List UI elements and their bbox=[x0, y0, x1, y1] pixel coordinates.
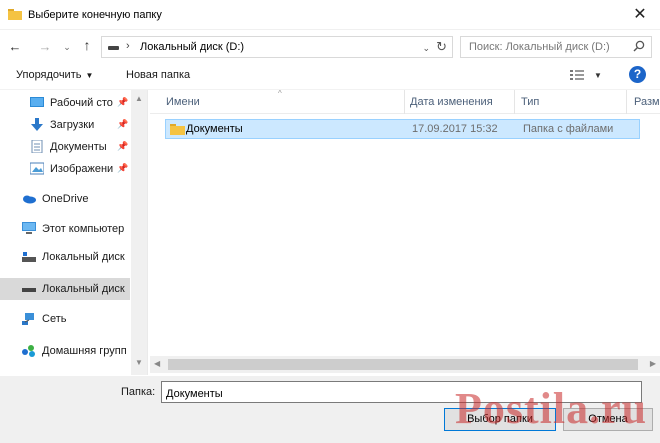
address-dropdown-button[interactable]: ⌄ bbox=[422, 43, 430, 54]
sidebar-item-this-pc[interactable]: Этот компьютер bbox=[0, 218, 130, 240]
sidebar-item-desktop[interactable]: Рабочий сто 📌 bbox=[0, 92, 130, 114]
drive-icon bbox=[22, 288, 36, 292]
scroll-left-button[interactable]: ◀ bbox=[154, 359, 160, 368]
sidebar-item-label: Этот компьютер bbox=[42, 223, 125, 235]
forward-button[interactable]: → bbox=[38, 39, 52, 54]
network-icon bbox=[22, 313, 34, 325]
sidebar-item-downloads[interactable]: Загрузки 📌 bbox=[0, 114, 130, 136]
sidebar-item-local-disk-c[interactable]: Локальный диск bbox=[0, 246, 130, 268]
sidebar-item-onedrive[interactable]: OneDrive bbox=[0, 188, 130, 210]
search-box[interactable]: Поиск: Локальный диск (D:) bbox=[460, 36, 652, 58]
file-name: Документы bbox=[186, 123, 243, 135]
sidebar-item-label: Загрузки bbox=[50, 119, 95, 131]
sidebar-item-documents[interactable]: Документы 📌 bbox=[0, 136, 130, 158]
view-dropdown-button[interactable]: ▼ bbox=[594, 71, 602, 80]
column-divider[interactable] bbox=[404, 90, 405, 114]
pin-icon: 📌 bbox=[117, 141, 129, 151]
sidebar-item-pictures[interactable]: Изображени 📌 bbox=[0, 158, 130, 180]
onedrive-icon bbox=[23, 195, 36, 204]
organize-button[interactable]: Упорядочить ▼ bbox=[16, 69, 93, 81]
watermark: Postila.ru bbox=[455, 384, 648, 433]
column-divider[interactable] bbox=[626, 90, 627, 114]
sidebar-item-label: Локальный диск bbox=[42, 251, 125, 263]
file-type: Папка с файлами bbox=[523, 123, 614, 135]
up-button[interactable]: ↑ bbox=[80, 37, 94, 53]
desktop-icon bbox=[30, 97, 44, 107]
folder-icon bbox=[170, 124, 185, 135]
chevron-down-icon: ▼ bbox=[85, 71, 94, 80]
sidebar-item-label: Сеть bbox=[42, 313, 67, 325]
column-headers: ^ Имени Дата изменения Тип Разм bbox=[150, 89, 660, 114]
scroll-up-button[interactable]: ▲ bbox=[135, 94, 143, 103]
navigation-pane: Рабочий сто 📌 Загрузки 📌 Документы 📌 Изо… bbox=[0, 90, 148, 375]
sidebar-item-homegroup[interactable]: Домашняя групп bbox=[0, 340, 130, 362]
folder-app-icon bbox=[8, 9, 22, 20]
organize-label: Упорядочить bbox=[16, 69, 82, 81]
file-list-pane: ^ Имени Дата изменения Тип Разм Документ… bbox=[150, 89, 660, 375]
column-divider[interactable] bbox=[514, 90, 515, 114]
column-header-name[interactable]: Имени bbox=[166, 96, 200, 108]
drive-icon bbox=[108, 46, 119, 50]
sidebar-item-label: OneDrive bbox=[42, 193, 89, 205]
search-input[interactable]: Поиск: Локальный диск (D:) bbox=[469, 41, 610, 53]
back-button[interactable]: ← bbox=[8, 39, 22, 54]
window-title: Выберите конечную папку bbox=[28, 9, 162, 21]
sidebar-item-network[interactable]: Сеть bbox=[0, 308, 130, 330]
breadcrumb-path[interactable]: Локальный диск (D:) bbox=[140, 41, 244, 53]
search-icon[interactable] bbox=[633, 40, 645, 52]
folder-label: Папка: bbox=[121, 386, 156, 398]
sort-indicator-icon: ^ bbox=[278, 89, 282, 98]
sidebar-item-label: Изображени bbox=[50, 163, 114, 175]
sidebar-scrollbar[interactable]: ▲ ▼ bbox=[131, 90, 147, 375]
view-options-icon[interactable] bbox=[570, 69, 584, 81]
sidebar-item-label: Локальный диск bbox=[42, 283, 125, 295]
new-folder-button[interactable]: Новая папка bbox=[126, 69, 190, 81]
horizontal-scrollbar[interactable]: ◀ ▶ bbox=[150, 356, 660, 373]
recent-locations-button[interactable]: ⌄ bbox=[60, 42, 74, 53]
breadcrumb-separator[interactable]: › bbox=[126, 40, 130, 52]
scroll-right-button[interactable]: ▶ bbox=[650, 359, 656, 368]
pictures-icon bbox=[30, 162, 44, 175]
scroll-thumb[interactable] bbox=[168, 359, 638, 370]
sidebar-item-label: Домашняя групп bbox=[42, 345, 127, 357]
close-button[interactable]: ✕ bbox=[630, 5, 650, 25]
pin-icon: 📌 bbox=[117, 97, 129, 107]
pin-icon: 📌 bbox=[117, 163, 129, 173]
documents-icon bbox=[31, 140, 43, 153]
command-bar: Упорядочить ▼ Новая папка ▼ ? bbox=[0, 62, 660, 90]
scroll-down-button[interactable]: ▼ bbox=[135, 358, 143, 367]
sidebar-item-local-disk-d[interactable]: Локальный диск bbox=[0, 278, 130, 300]
homegroup-icon bbox=[22, 345, 35, 357]
download-icon bbox=[31, 118, 43, 131]
column-header-type[interactable]: Тип bbox=[521, 96, 539, 108]
drive-icon bbox=[22, 252, 36, 262]
sidebar-item-label: Документы bbox=[50, 141, 107, 153]
address-row: ← → ⌄ ↑ › Локальный диск (D:) ⌄ ↻ Поиск:… bbox=[0, 32, 660, 60]
column-header-date[interactable]: Дата изменения bbox=[410, 96, 493, 108]
list-item[interactable]: Документы 17.09.2017 15:32 Папка с файла… bbox=[165, 119, 640, 139]
address-bar[interactable]: › Локальный диск (D:) ⌄ ↻ bbox=[101, 36, 453, 58]
refresh-button[interactable]: ↻ bbox=[436, 39, 447, 55]
computer-icon bbox=[22, 222, 36, 234]
title-bar: Выберите конечную папку ✕ bbox=[0, 0, 660, 30]
help-button[interactable]: ? bbox=[629, 66, 646, 83]
sidebar-item-label: Рабочий сто bbox=[50, 97, 113, 109]
column-header-size[interactable]: Разм bbox=[634, 96, 660, 108]
file-date: 17.09.2017 15:32 bbox=[412, 123, 498, 135]
pin-icon: 📌 bbox=[117, 119, 129, 129]
